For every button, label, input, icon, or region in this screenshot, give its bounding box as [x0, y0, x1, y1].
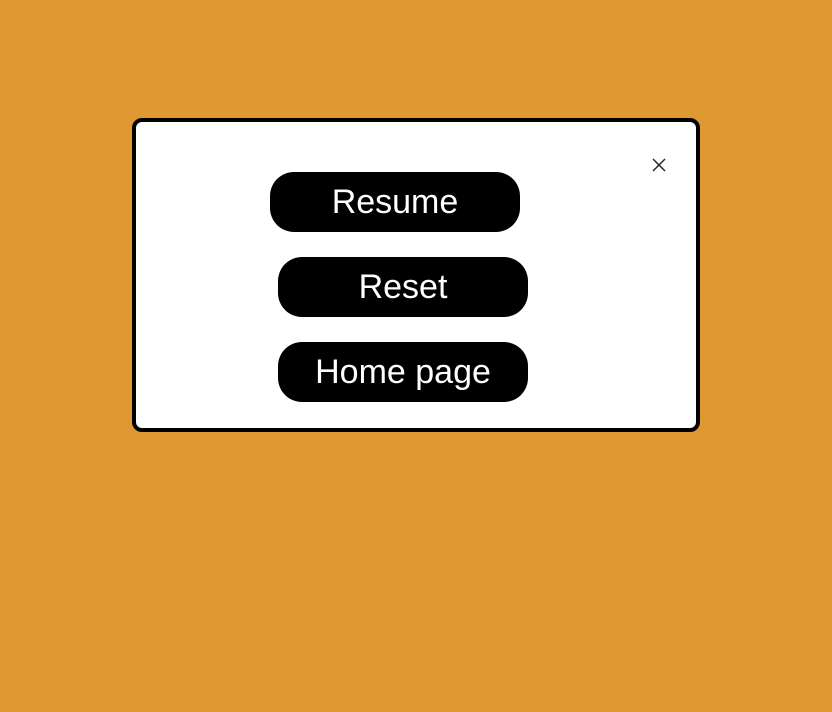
pause-menu-dialog: Resume Reset Home page [132, 118, 700, 432]
reset-button[interactable]: Reset [278, 257, 528, 317]
resume-button[interactable]: Resume [270, 172, 520, 232]
home-page-button[interactable]: Home page [278, 342, 528, 402]
close-icon [652, 158, 666, 172]
home-page-button-label: Home page [315, 352, 491, 391]
reset-button-label: Reset [358, 267, 448, 306]
resume-button-label: Resume [331, 182, 459, 221]
close-button[interactable] [651, 157, 667, 173]
